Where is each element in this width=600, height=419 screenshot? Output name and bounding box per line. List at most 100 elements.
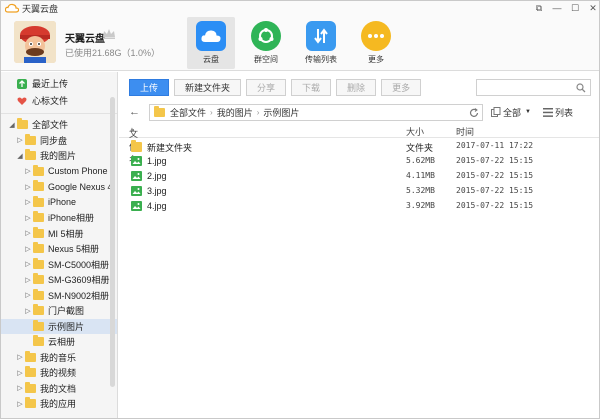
download-button[interactable]: 下载 [291, 79, 332, 96]
tree-item-selected[interactable]: 示例图片 [1, 318, 117, 334]
sidebar-scrollbar[interactable] [110, 97, 115, 387]
filter-label: 全部 [503, 107, 522, 118]
group-space-icon [251, 21, 281, 51]
chevron-right-icon[interactable]: ▷ [15, 384, 25, 392]
tree-item[interactable]: ▷ 我的文档 [1, 381, 117, 397]
folder-icon [33, 273, 44, 285]
tree-item[interactable]: ▷ 我的音乐 [1, 350, 117, 366]
breadcrumb-separator: › [256, 107, 260, 117]
avatar[interactable] [14, 21, 56, 63]
chevron-right-icon[interactable]: ▷ [15, 400, 25, 408]
nav-more[interactable]: 更多 [352, 17, 400, 69]
user-name: 天翼云盘 [65, 34, 105, 45]
minimize-icon[interactable]: — [551, 2, 563, 14]
tree-item[interactable]: ▷ SM-G3609相册 [1, 272, 117, 288]
tree-item[interactable]: ▷ MI 5相册 [1, 226, 117, 242]
new-folder-button[interactable]: 新建文件夹 [174, 79, 242, 96]
sidebar-item-starred[interactable]: 心标文件 [1, 92, 117, 109]
folder-icon [33, 226, 44, 238]
folder-icon [33, 288, 44, 300]
tree-item[interactable]: ▷ iPhone相册 [1, 210, 117, 226]
tree-item[interactable]: ▷ 我的视频 [1, 365, 117, 381]
search-input[interactable] [476, 79, 591, 96]
cloud-logo-icon [5, 3, 19, 13]
tree-item[interactable]: ▷ Google Nexus 4 [1, 179, 117, 195]
nav-transfer-list[interactable]: 传输列表 [297, 17, 345, 69]
file-name: 3.jpg [147, 186, 167, 196]
file-name: 2.jpg [147, 171, 167, 181]
folder-icon [33, 195, 44, 207]
tree-item[interactable]: ▷ 我的应用 [1, 396, 117, 412]
chevron-right-icon[interactable]: ▷ [15, 353, 25, 361]
tree-item[interactable]: ▷ SM-C5000相册 [1, 257, 117, 273]
list-view-icon [542, 107, 553, 117]
tree-item[interactable]: ▷ Custom Phone - [1, 164, 117, 180]
search-icon[interactable] [576, 83, 586, 93]
heart-icon [17, 97, 27, 105]
column-size[interactable]: 大小 [406, 125, 424, 138]
table-row[interactable]: 3.jpg 5.32MB 2015-07-22 15:15 [119, 184, 599, 199]
column-time[interactable]: 时间 [456, 125, 474, 138]
share-button[interactable]: 分享 [246, 79, 287, 96]
chevron-right-icon[interactable]: ▷ [15, 136, 25, 144]
nav-label: 云盘 [203, 55, 219, 64]
tree-item-label: Google Nexus 4 [48, 181, 113, 192]
breadcrumb-item[interactable]: 示例图片 [263, 106, 299, 119]
tree-item[interactable]: ◢ 全部文件 [1, 117, 117, 133]
header: 天翼云盘 已使用21.68G（1.0%） 云盘 群空间 传输列表 更多 [1, 15, 599, 71]
tree-item[interactable]: ▷ Nexus 5相册 [1, 241, 117, 257]
file-size: 4.11MB [406, 171, 435, 180]
refresh-icon[interactable] [469, 107, 479, 118]
chevron-down-icon[interactable]: ◢ [15, 152, 25, 160]
close-icon[interactable]: ✕ [587, 2, 599, 14]
chevron-right-icon[interactable]: ▷ [23, 307, 33, 315]
chevron-right-icon[interactable]: ▷ [23, 260, 33, 268]
file-time: 2015-07-22 15:15 [456, 186, 534, 195]
breadcrumb[interactable]: 全部文件 › 我的图片 › 示例图片 [149, 103, 483, 121]
back-arrow-icon[interactable]: ← [129, 106, 143, 118]
tree-item[interactable]: ▷ SM-N9002相册 [1, 288, 117, 304]
chevron-right-icon[interactable]: ▷ [23, 214, 33, 222]
delete-button[interactable]: 删除 [336, 79, 377, 96]
folder-icon [17, 118, 28, 130]
nav-group-space[interactable]: 群空间 [242, 17, 290, 69]
chevron-right-icon[interactable]: ▷ [15, 369, 25, 377]
upload-button[interactable]: 上传 [129, 79, 169, 96]
sidebar-item-recent-upload[interactable]: 最近上传 [1, 75, 117, 92]
tree-item[interactable]: ◢ 我的图片 [1, 148, 117, 164]
tree-item[interactable]: ▷ iPhone [1, 195, 117, 211]
maximize-icon[interactable]: ☐ [569, 2, 581, 14]
chevron-right-icon[interactable]: ▷ [23, 183, 33, 191]
chevron-right-icon[interactable]: ▷ [23, 198, 33, 206]
vip-crown-icon[interactable] [102, 28, 116, 40]
folder-icon [33, 319, 44, 331]
folder-icon [131, 140, 142, 152]
filter-dropdown[interactable]: 全部 ▼ [491, 106, 533, 119]
chevron-right-icon[interactable]: ▷ [23, 276, 33, 284]
folder-icon [25, 133, 36, 145]
chevron-right-icon[interactable]: ▷ [23, 291, 33, 299]
chevron-right-icon[interactable]: ▷ [23, 229, 33, 237]
table-row[interactable]: 1.jpg 5.62MB 2015-07-22 15:15 [119, 154, 599, 169]
chevron-right-icon[interactable]: ▷ [23, 167, 33, 175]
tree-item[interactable]: ▷ 门户截图 [1, 303, 117, 319]
view-toggle[interactable]: 列表 [542, 106, 575, 119]
sidebar-item-label: 最近上传 [32, 79, 69, 89]
tree-item[interactable]: ▷ 同步盘 [1, 133, 117, 149]
restore-icon[interactable]: ⧉ [533, 2, 545, 14]
more-button[interactable]: 更多 [381, 79, 422, 96]
chevron-right-icon[interactable]: ▷ [23, 245, 33, 253]
copy-icon [491, 107, 501, 117]
folder-icon [33, 180, 44, 192]
nav-label: 更多 [368, 55, 384, 64]
tree-item[interactable]: 云相册 [1, 334, 117, 350]
table-row[interactable]: 4.jpg 3.92MB 2015-07-22 15:15 [119, 199, 599, 214]
table-row[interactable]: 2.jpg 4.11MB 2015-07-22 15:15 [119, 169, 599, 184]
nav-label: 群空间 [254, 55, 278, 64]
chevron-down-icon[interactable]: ◢ [7, 121, 17, 129]
more-icon [361, 21, 391, 51]
breadcrumb-item[interactable]: 全部文件 [170, 106, 206, 119]
nav-cloud-drive[interactable]: 云盘 [187, 17, 235, 69]
breadcrumb-item[interactable]: 我的图片 [217, 106, 253, 119]
table-row[interactable]: 新建文件夹 文件夹 2017-07-11 17:22 [119, 139, 599, 154]
